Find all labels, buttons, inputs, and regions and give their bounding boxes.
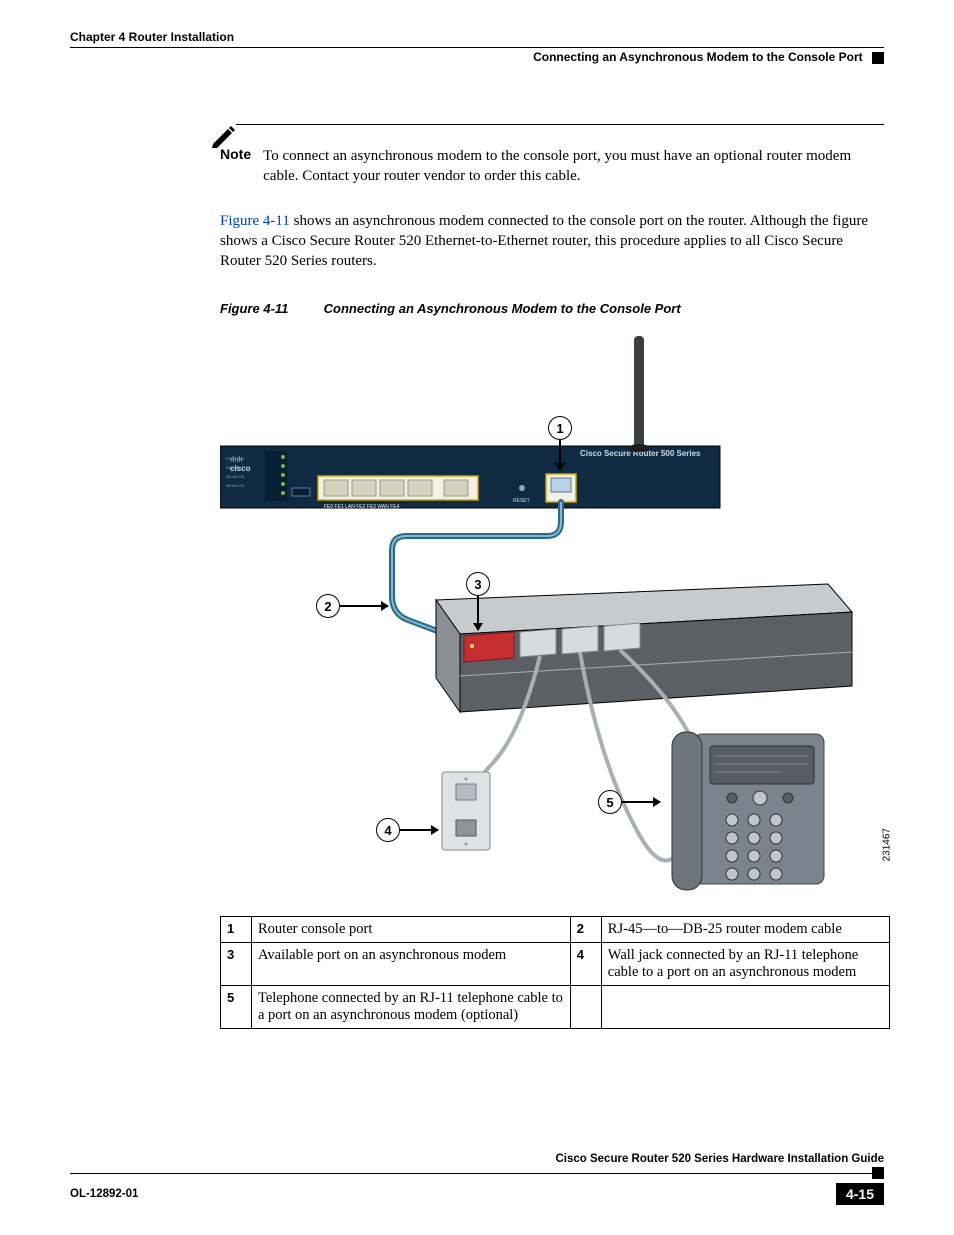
key-desc: RJ-45—to—DB-25 router modem cable xyxy=(601,917,889,943)
note-block: Note To connect an asynchronous modem to… xyxy=(220,124,884,187)
key-desc: Router console port xyxy=(252,917,571,943)
led-3: WLAN OK xyxy=(226,474,245,479)
key-desc: Wall jack connected by an RJ-11 telephon… xyxy=(601,943,889,986)
document-id: OL-12892-01 xyxy=(70,1188,138,1200)
key-empty xyxy=(601,986,889,1029)
key-empty xyxy=(570,986,601,1029)
header-rule xyxy=(70,47,884,48)
page-footer: Cisco Secure Router 520 Series Hardware … xyxy=(70,1153,884,1205)
led-2: WAN FE4 xyxy=(226,465,244,470)
callout-2-arrow xyxy=(340,605,388,607)
note-text: To connect an asynchronous modem to the … xyxy=(263,146,884,187)
table-row: 3 Available port on an asynchronous mode… xyxy=(221,943,890,986)
chapter-label: Chapter 4 Router Installation xyxy=(70,30,234,44)
running-header: Chapter 4 Router Installation xyxy=(70,30,884,44)
led-4: WLAN GK xyxy=(226,483,245,488)
figure-xref-link[interactable]: Figure 4-11 xyxy=(220,213,290,229)
callout-5-arrow xyxy=(622,801,660,803)
figure-title: Connecting an Asynchronous Modem to the … xyxy=(324,301,681,316)
callout-4-arrow xyxy=(400,829,438,831)
key-num: 1 xyxy=(221,917,252,943)
note-label: Note xyxy=(220,146,251,162)
pencil-icon xyxy=(210,124,240,148)
footer-endcap-icon xyxy=(872,1167,884,1179)
figure-key-table: 1 Router console port 2 RJ-45—to—DB-25 r… xyxy=(220,916,890,1029)
callout-1-arrow xyxy=(559,440,561,470)
key-num: 5 xyxy=(221,986,252,1029)
reset-label: RESET xyxy=(513,498,530,504)
section-header: Connecting an Asynchronous Modem to the … xyxy=(70,50,884,64)
table-row: 5 Telephone connected by an RJ-11 teleph… xyxy=(221,986,890,1029)
section-title: Connecting an Asynchronous Modem to the … xyxy=(533,50,863,64)
figure-number: Figure 4-11 xyxy=(220,301,320,316)
image-id: 231467 xyxy=(881,828,892,861)
paragraph-remainder: shows an asynchronous modem connected to… xyxy=(220,213,868,270)
figure-caption: Figure 4-11 Connecting an Asynchronous M… xyxy=(220,301,884,316)
key-num: 3 xyxy=(221,943,252,986)
body-paragraph: Figure 4-11 shows an asynchronous modem … xyxy=(220,211,884,272)
key-num: 2 xyxy=(570,917,601,943)
figure-diagram: 1 2 3 4 5 231467 ılıılı cisco Cisco Secu… xyxy=(220,336,890,916)
table-row: 1 Router console port 2 RJ-45—to—DB-25 r… xyxy=(221,917,890,943)
callout-3-arrow xyxy=(477,596,479,630)
header-endcap-icon xyxy=(872,52,884,64)
guide-title: Cisco Secure Router 520 Series Hardware … xyxy=(70,1153,884,1165)
telephone-illustration xyxy=(672,732,824,890)
key-desc: Telephone connected by an RJ-11 telephon… xyxy=(252,986,571,1029)
led-1: SYS PWR xyxy=(226,456,245,461)
key-desc: Available port on an asynchronous modem xyxy=(252,943,571,986)
port-labels: FE0 FE1 LAN FE2 FE3 WAN FE4 xyxy=(324,504,400,510)
page-number: 4-15 xyxy=(836,1183,884,1205)
key-num: 4 xyxy=(570,943,601,986)
